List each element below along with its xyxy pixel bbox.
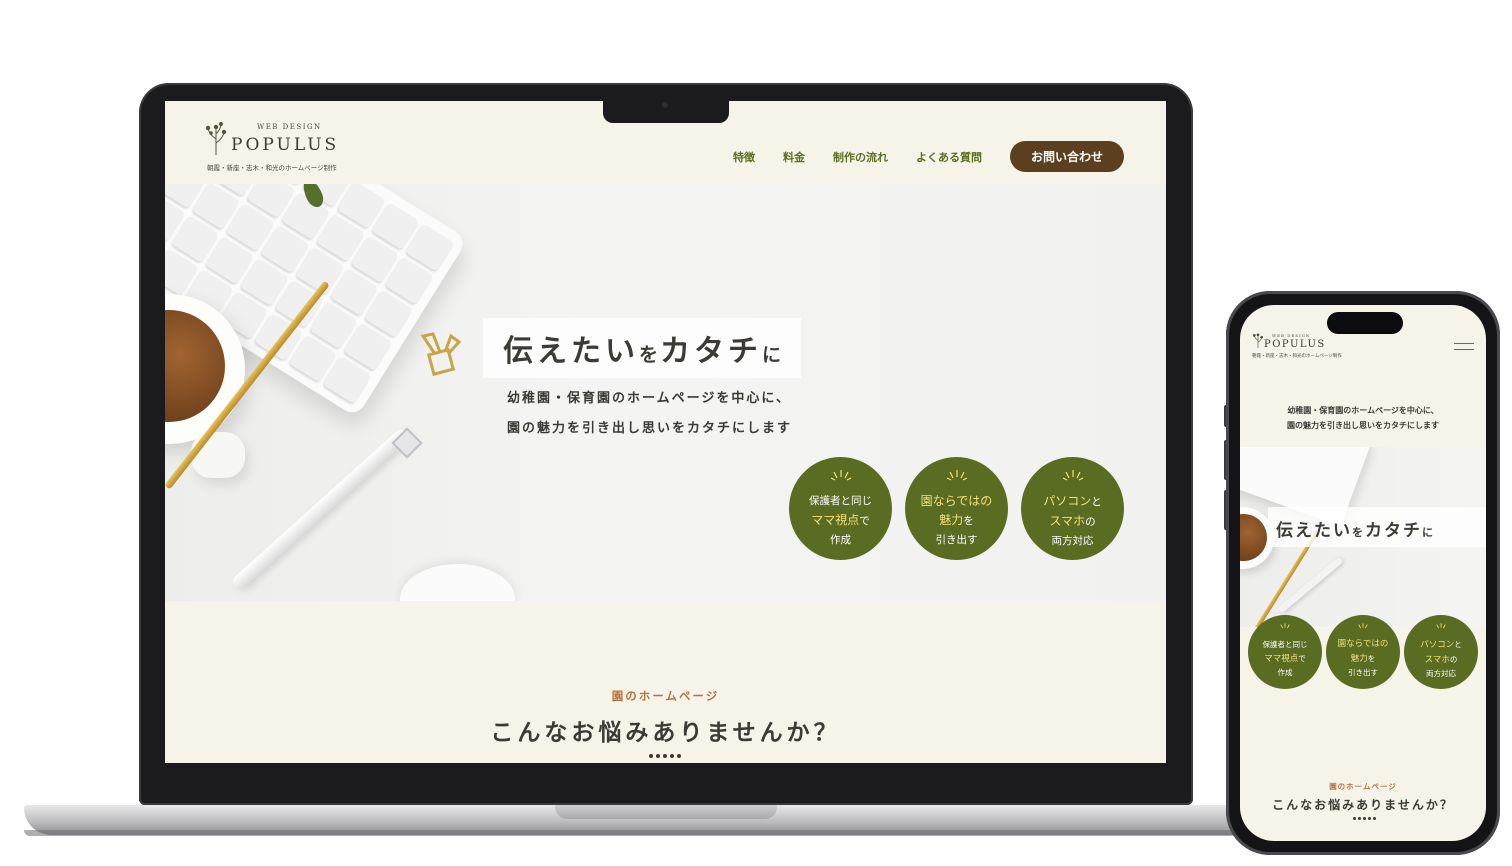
feature-badge-responsive: パソコンと スマホの 両方対応 — [1021, 457, 1124, 560]
dynamic-island — [1327, 312, 1403, 334]
hero-lead: 幼稚園・保育園のホームページを中心に、 園の魅力を引き出し思いをカタチにします — [507, 391, 793, 436]
hero-section: 伝えたいをカタチに 幼稚園・保育園のホームページを中心に、 園の魅力を引き出し思… — [165, 184, 1166, 601]
section-title: こんなお悩みありませんか？ — [1272, 798, 1454, 812]
section-label: 園のホームページ — [611, 689, 720, 703]
sunburst-icon — [1280, 623, 1290, 629]
feature-badge-charm: 園ならではの 魅力を 引き出す — [1326, 615, 1400, 689]
sunburst-icon — [1436, 623, 1446, 629]
white-pen-image — [1277, 556, 1344, 614]
section-dots — [649, 754, 683, 758]
hero-title: 伝えたいをカタチに — [1268, 507, 1486, 547]
sunburst-icon — [1358, 623, 1368, 629]
main-nav: 特徴 料金 制作の流れ よくある質問 お問い合わせ — [733, 141, 1124, 172]
nav-item-features[interactable]: 特徴 — [733, 149, 755, 165]
hero-title: 伝えたいをカタチに — [483, 318, 802, 378]
camera-icon — [662, 102, 668, 108]
white-pen-image — [230, 426, 411, 592]
hero-section: 伝えたいをカタチに — [1240, 447, 1486, 627]
feature-badge-mom-view: 保護者と同じ ママ視点で 作成 — [1248, 615, 1322, 689]
brand-name[interactable]: POPULUS — [231, 135, 339, 155]
nav-item-pricing[interactable]: 料金 — [783, 149, 805, 165]
menu-icon[interactable] — [1454, 343, 1474, 350]
contact-button[interactable]: お問い合わせ — [1009, 141, 1124, 172]
hero-lead: 幼稚園・保育園のホームページを中心に、 園の魅力を引き出し思いをカタチにします — [1287, 406, 1439, 430]
phone-screen: WEB DESIGN POPULUS 朝霞・新座・志木・和光のホームページ制作 … — [1240, 305, 1486, 841]
nav-item-faq[interactable]: よくある質問 — [916, 149, 982, 165]
feature-badge-mom-view: 保護者と同じ ママ視点で 作成 — [789, 457, 892, 560]
sunburst-icon — [947, 470, 967, 481]
feature-badge-charm: 園ならではの 魅力を 引き出す — [905, 457, 1008, 560]
nav-item-flow[interactable]: 制作の流れ — [833, 149, 888, 165]
brand-subtitle: WEB DESIGN — [257, 123, 322, 131]
sunburst-icon — [831, 470, 851, 481]
section-title: こんなお悩みありませんか？ — [490, 720, 841, 746]
sprig-logo-icon — [205, 122, 227, 155]
brand-tagline: 朝霞・新座・志木・和光のホームページ制作 — [207, 164, 337, 172]
mockup-stage: WEB DESIGN POPULUS 朝霞・新座・志木・和光のホームページ制作 … — [0, 0, 1512, 866]
sprig-logo-icon — [1252, 333, 1264, 348]
laptop-screen: WEB DESIGN POPULUS 朝霞・新座・志木・和光のホームページ制作 … — [165, 101, 1166, 763]
brand-subtitle: WEB DESIGN — [1272, 333, 1311, 338]
section-dots — [1353, 817, 1376, 820]
sunburst-icon — [1063, 470, 1083, 481]
mouse-image — [400, 564, 515, 601]
section-label: 園のホームページ — [1329, 782, 1397, 791]
brand-tagline: 朝霞・新座・志木・和光のホームページ制作 — [1252, 354, 1342, 359]
binder-clip-icon — [420, 332, 462, 377]
feature-badge-responsive: パソコンと スマホの 両方対応 — [1404, 615, 1478, 689]
brand-name[interactable]: POPULUS — [1264, 339, 1326, 350]
